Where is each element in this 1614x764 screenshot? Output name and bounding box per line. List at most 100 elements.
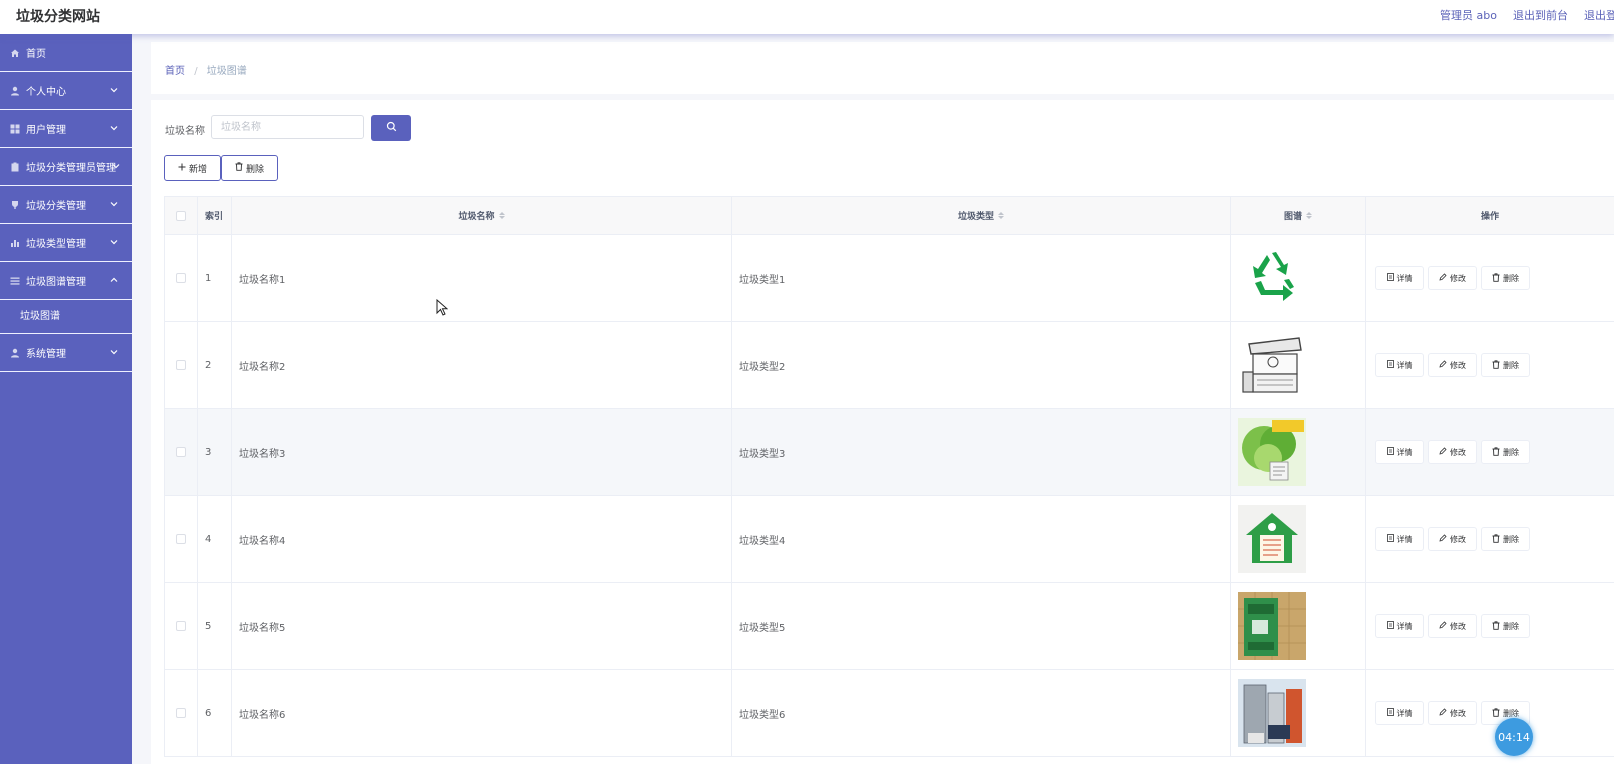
- sort-icon[interactable]: [498, 212, 505, 219]
- row-checkbox[interactable]: [176, 273, 186, 283]
- chart-icon: [10, 238, 20, 248]
- row-checkbox[interactable]: [176, 447, 186, 457]
- pencil-icon: [1439, 621, 1447, 631]
- row-name: 垃圾名称2: [232, 322, 732, 408]
- pencil-icon: [1439, 360, 1447, 370]
- row-checkbox[interactable]: [176, 708, 186, 718]
- sidebar-item-type-management[interactable]: 垃圾类型管理: [0, 224, 132, 262]
- sort-icon[interactable]: [998, 212, 1004, 219]
- batch-delete-button[interactable]: 删除: [221, 155, 278, 181]
- chevron-down-icon: [110, 123, 118, 134]
- sort-icon[interactable]: [1306, 212, 1312, 219]
- pencil-icon: [1439, 447, 1447, 457]
- edit-button[interactable]: 修改: [1428, 353, 1477, 377]
- sidebar-item-personal-center[interactable]: 个人中心: [0, 72, 132, 110]
- select-all-checkbox[interactable]: [176, 210, 186, 221]
- delete-button[interactable]: 删除: [1481, 266, 1530, 290]
- row-type: 垃圾类型1: [732, 235, 1231, 321]
- delete-button[interactable]: 删除: [1481, 440, 1530, 464]
- edit-button[interactable]: 修改: [1428, 440, 1477, 464]
- edit-label: 修改: [1450, 534, 1466, 544]
- detail-button[interactable]: 详情: [1375, 266, 1424, 290]
- sidebar-item-atlas-management[interactable]: 垃圾图谱管理: [0, 262, 132, 300]
- header-name[interactable]: 垃圾名称: [232, 197, 732, 234]
- header-links: 管理员 abo 退出到前台 退出登录: [1440, 7, 1614, 23]
- row-checkbox-cell: [164, 583, 198, 669]
- row-name: 垃圾名称4: [232, 496, 732, 582]
- row-image-cell: [1231, 670, 1366, 756]
- detail-button[interactable]: 详情: [1375, 614, 1424, 638]
- row-checkbox[interactable]: [176, 360, 186, 370]
- row-index: 2: [198, 322, 232, 408]
- row-checkbox-cell: [164, 496, 198, 582]
- back-to-front-link[interactable]: 退出到前台: [1513, 7, 1568, 23]
- trophy-icon: [10, 200, 20, 210]
- list-icon: [10, 276, 20, 286]
- table-row: 5 垃圾名称5 垃圾类型5 详情 修改 删除: [164, 583, 1614, 670]
- row-name: 垃圾名称5: [232, 583, 732, 669]
- delete-label: 删除: [1503, 534, 1519, 544]
- edit-label: 修改: [1450, 621, 1466, 631]
- row-image-cell: [1231, 322, 1366, 408]
- timer-badge[interactable]: 04:14: [1495, 718, 1533, 756]
- detail-button[interactable]: 详情: [1375, 527, 1424, 551]
- appliances-image[interactable]: [1238, 679, 1306, 747]
- row-ops: 详情 修改 删除: [1366, 496, 1614, 582]
- row-checkbox[interactable]: [176, 534, 186, 544]
- search-icon: [386, 121, 397, 135]
- row-index: 5: [198, 583, 232, 669]
- document-icon: [1386, 621, 1394, 631]
- detail-button[interactable]: 详情: [1375, 440, 1424, 464]
- main-content: 垃圾名称 新增 删除 索引 垃圾名称: [151, 100, 1614, 764]
- row-ops: 详情 修改 删除: [1366, 322, 1614, 408]
- add-button[interactable]: 新增: [164, 155, 221, 181]
- header-image[interactable]: 图谱: [1231, 197, 1366, 234]
- row-checkbox[interactable]: [176, 621, 186, 631]
- pencil-icon: [1439, 534, 1447, 544]
- delete-button[interactable]: 删除: [1481, 527, 1530, 551]
- green-bin-image[interactable]: [1238, 592, 1306, 660]
- trash-icon: [1492, 359, 1500, 371]
- row-type: 垃圾类型4: [732, 496, 1231, 582]
- edit-button[interactable]: 修改: [1428, 266, 1477, 290]
- document-icon: [1386, 534, 1394, 544]
- recycle-symbol-image[interactable]: [1238, 244, 1306, 312]
- detail-label: 详情: [1396, 621, 1413, 631]
- sidebar-item-label: 垃圾分类管理: [26, 201, 86, 212]
- detail-button[interactable]: 详情: [1375, 353, 1424, 377]
- sidebar-item-home[interactable]: 首页: [0, 34, 132, 72]
- breadcrumb-home[interactable]: 首页: [165, 66, 185, 77]
- header-type[interactable]: 垃圾类型: [732, 197, 1231, 234]
- sketch-kiosk-image[interactable]: [1238, 331, 1306, 399]
- chevron-up-icon: [110, 275, 118, 286]
- sidebar-item-system-management[interactable]: 系统管理: [0, 334, 132, 372]
- row-index: 1: [198, 235, 232, 321]
- header-type-label: 垃圾类型: [957, 212, 994, 222]
- detail-button[interactable]: 详情: [1375, 701, 1424, 725]
- sidebar-item-user-management[interactable]: 用户管理: [0, 110, 132, 148]
- green-leaf-poster-image[interactable]: [1238, 418, 1306, 486]
- detail-label: 详情: [1396, 708, 1413, 718]
- row-checkbox-cell: [164, 322, 198, 408]
- document-icon: [1386, 447, 1394, 457]
- house-sign-image[interactable]: [1238, 505, 1306, 573]
- edit-button[interactable]: 修改: [1428, 614, 1477, 638]
- sidebar-item-admin-management[interactable]: 垃圾分类管理员管理: [0, 148, 132, 186]
- edit-label: 修改: [1450, 708, 1466, 718]
- sidebar-subitem-atlas[interactable]: 垃圾图谱: [0, 300, 132, 334]
- table-row: 1 垃圾名称1 垃圾类型1 详情 修改 删除: [164, 235, 1614, 322]
- row-checkbox-cell: [164, 409, 198, 495]
- edit-button[interactable]: 修改: [1428, 701, 1477, 725]
- chevron-down-icon: [110, 347, 118, 358]
- search-input[interactable]: [211, 115, 364, 139]
- edit-button[interactable]: 修改: [1428, 527, 1477, 551]
- logout-link[interactable]: 退出登录: [1584, 7, 1614, 23]
- delete-button[interactable]: 删除: [1481, 614, 1530, 638]
- home-icon: [10, 48, 20, 58]
- sidebar-item-classification-management[interactable]: 垃圾分类管理: [0, 186, 132, 224]
- breadcrumb-separator: /: [194, 66, 198, 77]
- search-button[interactable]: [371, 115, 411, 141]
- row-checkbox-cell: [164, 670, 198, 756]
- sidebar-item-label: 垃圾类型管理: [26, 239, 86, 250]
- delete-button[interactable]: 删除: [1481, 353, 1530, 377]
